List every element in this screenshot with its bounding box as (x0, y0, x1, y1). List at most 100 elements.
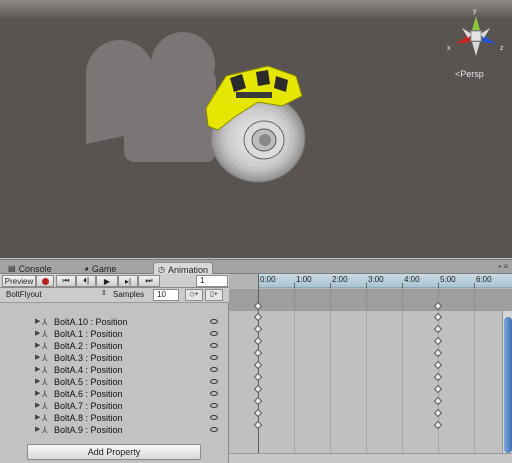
record-button[interactable] (36, 275, 54, 287)
list-item[interactable]: ▶ ⅄ BoltA.2 : Position (0, 340, 228, 352)
clip-row: BoltFlyout ⇕ Samples 10 ◇+ ▯+ (0, 288, 229, 303)
property-name: BoltA.9 : Position (54, 425, 123, 435)
frame-field[interactable]: 1 (196, 275, 228, 287)
grid-line (330, 288, 331, 463)
samples-label: Samples (113, 290, 145, 299)
curve-toggle-icon[interactable] (210, 367, 218, 372)
ruler-margin (229, 274, 259, 288)
scrollbar-thumb[interactable] (504, 317, 512, 453)
animation-clock-icon: ◷ (158, 265, 165, 274)
curve-toggle-icon[interactable] (210, 391, 218, 396)
expand-arrow-icon[interactable]: ▶ (35, 316, 40, 328)
previous-key-icon: ⏴| (82, 276, 90, 285)
transform-icon: ⅄ (42, 317, 48, 327)
scene-view[interactable]: y x z <Persp (0, 0, 512, 258)
list-item[interactable]: ▶ ⅄ BoltA.7 : Position (0, 400, 228, 412)
tick-label: 5:00 (440, 275, 456, 284)
expand-arrow-icon[interactable]: ▶ (35, 376, 40, 388)
clip-select[interactable]: BoltFlyout (3, 289, 109, 301)
console-icon: ▤ (8, 264, 16, 273)
property-name: BoltA.10 : Position (54, 317, 128, 327)
curve-toggle-icon[interactable] (210, 415, 218, 420)
property-list: ▶ ⅄ BoltA.10 : Position ▶ ⅄ BoltA.1 : Po… (0, 303, 229, 463)
keyframe-rows[interactable] (229, 311, 512, 463)
add-event-button[interactable]: ▯+ (205, 289, 223, 301)
brake-disc-model[interactable] (196, 66, 308, 184)
property-name: BoltA.2 : Position (54, 341, 123, 351)
transform-icon: ⅄ (42, 329, 48, 339)
add-event-icon: ▯+ (210, 291, 218, 298)
tab-console-label: Console (18, 263, 52, 274)
curve-toggle-icon[interactable] (210, 331, 218, 336)
grid-line (366, 288, 367, 463)
last-key-button[interactable]: ⏭ (138, 275, 160, 287)
horizontal-scrollbar[interactable] (229, 453, 512, 463)
add-property-button[interactable]: Add Property (27, 444, 201, 460)
animation-toolbar: Preview ⏮ ⏴| ▶ ▸| ⏭ 1 (0, 274, 229, 288)
curve-toggle-icon[interactable] (210, 319, 218, 324)
summary-row[interactable] (229, 289, 512, 311)
grid-line (474, 288, 475, 463)
expand-arrow-icon[interactable]: ▶ (35, 364, 40, 376)
tab-animation-label: Animation (167, 264, 209, 275)
next-key-icon: ▸| (124, 276, 132, 286)
play-icon: ▶ (103, 276, 111, 286)
samples-field[interactable]: 10 (153, 289, 179, 301)
transform-icon: ⅄ (42, 377, 48, 387)
property-name: BoltA.4 : Position (54, 365, 123, 375)
lock-icon[interactable]: ▪ ≡ (498, 262, 508, 271)
expand-arrow-icon[interactable]: ▶ (35, 328, 40, 340)
property-name: BoltA.7 : Position (54, 401, 123, 411)
grid-line (402, 288, 403, 463)
expand-arrow-icon[interactable]: ▶ (35, 412, 40, 424)
curve-toggle-icon[interactable] (210, 427, 218, 432)
list-item[interactable]: ▶ ⅄ BoltA.5 : Position (0, 376, 228, 388)
vertical-scrollbar[interactable] (502, 311, 512, 463)
curve-toggle-icon[interactable] (210, 379, 218, 384)
property-name: BoltA.8 : Position (54, 413, 123, 423)
expand-arrow-icon[interactable]: ▶ (35, 400, 40, 412)
preview-button[interactable]: Preview (2, 275, 36, 287)
time-ruler[interactable]: 0:00 1:00 2:00 3:00 4:00 5:00 6:00 (229, 274, 512, 288)
list-item[interactable]: ▶ ⅄ BoltA.10 : Position (0, 316, 228, 328)
scene-sky (0, 0, 512, 18)
list-item[interactable]: ▶ ⅄ BoltA.4 : Position (0, 364, 228, 376)
window-tab-bar: ▤ Console ◕ Game ◷ Animation ▪ ≡ (0, 259, 512, 276)
previous-key-button[interactable]: ⏴| (76, 275, 96, 287)
tick-label: 2:00 (332, 275, 348, 284)
expand-arrow-icon[interactable]: ▶ (35, 388, 40, 400)
persp-label-text: Persp (460, 69, 484, 79)
first-key-button[interactable]: ⏮ (56, 275, 76, 287)
transform-icon: ⅄ (42, 353, 48, 363)
list-item[interactable]: ▶ ⅄ BoltA.1 : Position (0, 328, 228, 340)
transform-icon: ⅄ (42, 425, 48, 435)
transform-icon: ⅄ (42, 365, 48, 375)
curve-toggle-icon[interactable] (210, 343, 218, 348)
tick-label: 6:00 (476, 275, 492, 284)
list-item[interactable]: ▶ ⅄ BoltA.9 : Position (0, 424, 228, 436)
perspective-toggle[interactable]: <Persp (455, 69, 484, 79)
curve-toggle-icon[interactable] (210, 403, 218, 408)
dropdown-arrows-icon: ⇕ (101, 290, 107, 297)
property-name: BoltA.3 : Position (54, 353, 123, 363)
add-keyframe-button[interactable]: ◇+ (185, 289, 203, 301)
transform-icon: ⅄ (42, 389, 48, 399)
first-key-icon: ⏮ (62, 276, 70, 285)
next-key-button[interactable]: ▸| (118, 275, 138, 287)
orientation-gizmo[interactable]: y x z (446, 6, 506, 66)
expand-arrow-icon[interactable]: ▶ (35, 340, 40, 352)
transform-icon: ⅄ (42, 341, 48, 351)
tick-label: 1:00 (296, 275, 312, 284)
tick-label: 0:00 (260, 275, 276, 284)
list-item[interactable]: ▶ ⅄ BoltA.3 : Position (0, 352, 228, 364)
record-icon (41, 277, 49, 285)
expand-arrow-icon[interactable]: ▶ (35, 352, 40, 364)
tab-game-label: Game (91, 263, 117, 274)
play-button[interactable]: ▶ (96, 275, 118, 287)
dopesheet-timeline[interactable]: 0:00 1:00 2:00 3:00 4:00 5:00 6:00 (229, 274, 512, 463)
last-key-icon: ⏭ (145, 276, 153, 285)
list-item[interactable]: ▶ ⅄ BoltA.6 : Position (0, 388, 228, 400)
curve-toggle-icon[interactable] (210, 355, 218, 360)
expand-arrow-icon[interactable]: ▶ (35, 424, 40, 436)
list-item[interactable]: ▶ ⅄ BoltA.8 : Position (0, 412, 228, 424)
